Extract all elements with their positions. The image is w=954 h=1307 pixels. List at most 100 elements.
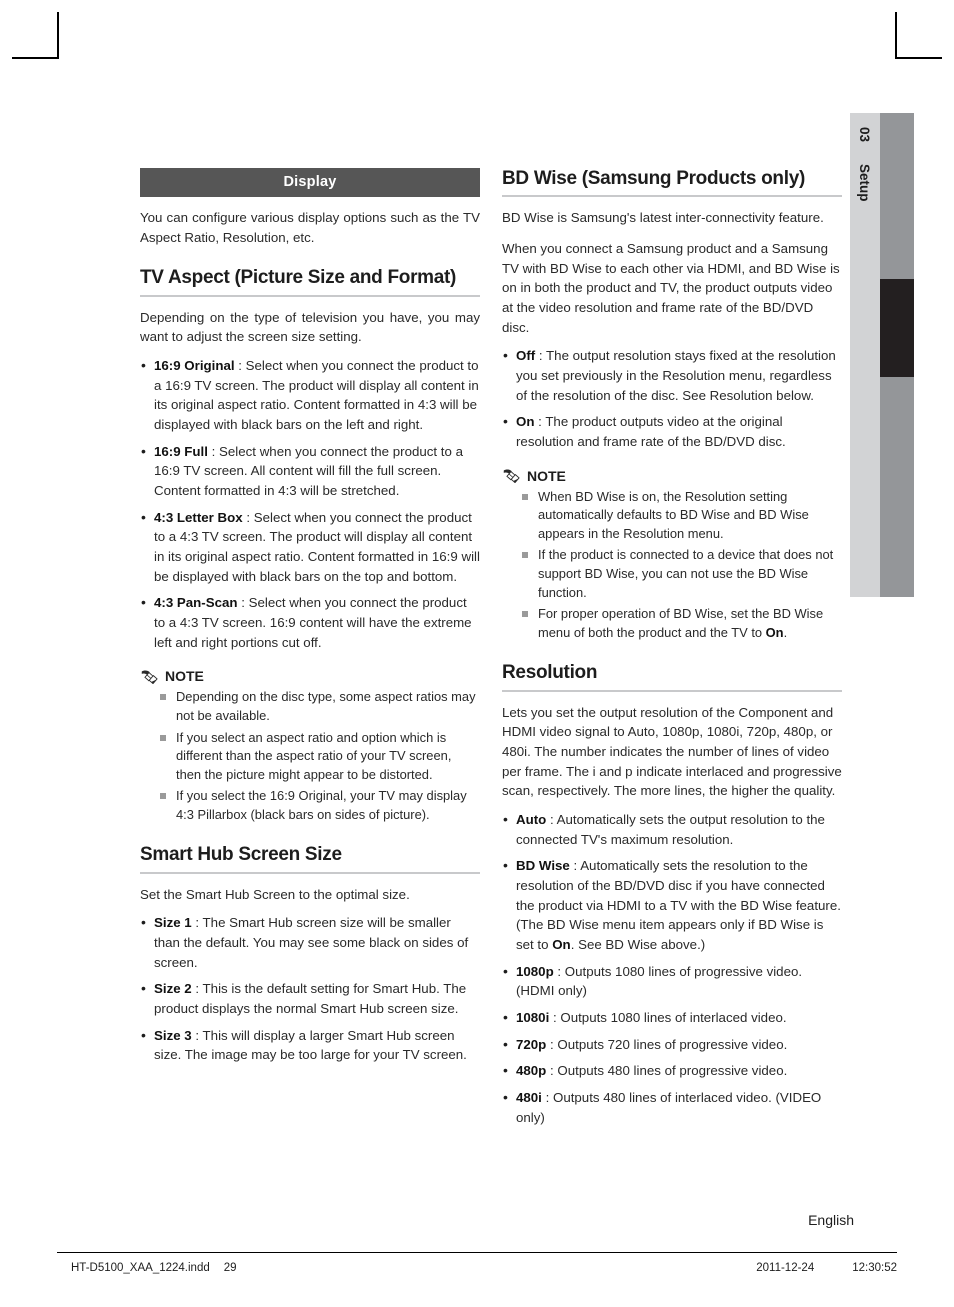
option-text: Outputs 480 lines of interlaced video. (… [516, 1089, 822, 1125]
resolution-option-list: Auto : Automatically sets the output res… [502, 809, 842, 1127]
note-block-bd-wise: NOTE When BD Wise is on, the Resolution … [502, 468, 842, 643]
list-item: Off : The output resolution stays fixed … [502, 345, 842, 405]
note-list: When BD Wise is on, the Resolution setti… [502, 488, 842, 643]
heading-tv-aspect: TV Aspect (Picture Size and Format) [140, 267, 480, 297]
heading-resolution: Resolution [502, 662, 842, 692]
footer-date: 2011-12-24 [756, 1262, 815, 1274]
heading-smart-hub-screen-size: Smart Hub Screen Size [140, 844, 480, 874]
option-separator: : [191, 981, 203, 997]
left-column: Display You can configure various displa… [140, 168, 480, 1065]
section-header-display: Display [140, 168, 480, 197]
list-item: Size 2 : This is the default setting for… [140, 978, 480, 1018]
option-term: 480i [516, 1089, 542, 1105]
language-label: English [808, 1212, 854, 1228]
crop-mark-top-left-vertical [57, 12, 59, 59]
list-item: If the product is connected to a device … [522, 546, 842, 602]
option-text: Outputs 480 lines of progressive video. [557, 1063, 788, 1079]
note-header: NOTE [502, 468, 842, 484]
option-text: Outputs 720 lines of progressive video. [557, 1036, 788, 1052]
note-text-after: . [783, 624, 788, 640]
smart-hub-option-list: Size 1 : The Smart Hub screen size will … [140, 912, 480, 1065]
crop-mark-top-right-vertical [895, 12, 897, 59]
list-item: 480i : Outputs 480 lines of interlaced v… [502, 1087, 842, 1127]
option-separator: : [541, 1089, 553, 1105]
option-separator: : [237, 595, 249, 611]
option-text: The product outputs video at the origina… [516, 414, 786, 449]
heading-bd-wise: BD Wise (Samsung Products only) [502, 168, 842, 198]
option-term: Size 3 [154, 1027, 192, 1043]
option-emphasis: On [552, 936, 571, 952]
bd-wise-paragraph-1: BD Wise is Samsung's latest inter-connec… [502, 210, 824, 226]
option-text: Outputs 1080 lines of interlaced video. [560, 1009, 787, 1025]
option-term: 4:3 Letter Box [154, 509, 243, 525]
list-item: 720p : Outputs 720 lines of progressive … [502, 1034, 842, 1055]
bd-wise-paragraph-2: When you connect a Samsung product and a… [502, 240, 840, 335]
list-item: BD Wise : Automatically sets the resolut… [502, 855, 842, 954]
resolution-intro-text: Lets you set the output resolution of th… [502, 704, 842, 799]
option-separator: : [207, 443, 220, 459]
option-separator: : [546, 1063, 558, 1079]
option-term: Auto [516, 811, 547, 827]
chapter-tab-marker [880, 279, 914, 377]
chapter-tab-label: 03 Setup [850, 113, 880, 597]
list-item: Auto : Automatically sets the output res… [502, 809, 842, 849]
list-item: 4:3 Pan-Scan : Select when you connect t… [140, 592, 480, 652]
option-separator: : [546, 1036, 558, 1052]
footer-page-number: 29 [223, 1262, 237, 1274]
option-separator: : [191, 1027, 203, 1043]
smart-hub-intro-text: Set the Smart Hub Screen to the optimal … [140, 886, 410, 902]
option-separator: : [553, 963, 565, 979]
option-separator: : [242, 509, 254, 525]
list-item: If you select the 16:9 Original, your TV… [160, 787, 480, 824]
option-term: BD Wise [516, 858, 570, 874]
option-separator: : [534, 414, 546, 430]
display-intro-text: You can configure various display option… [140, 210, 480, 245]
option-text: Automatically sets the output resolution… [516, 811, 825, 847]
list-item: 480p : Outputs 480 lines of progressive … [502, 1060, 842, 1081]
note-block-tv-aspect: NOTE Depending on the disc type, some as… [140, 668, 480, 824]
option-term: 720p [516, 1036, 547, 1052]
option-separator: : [546, 811, 557, 827]
footer-divider [57, 1252, 897, 1253]
option-term: 480p [516, 1063, 547, 1079]
list-item: When BD Wise is on, the Resolution setti… [522, 488, 842, 544]
option-separator: : [191, 915, 203, 931]
list-item: If you select an aspect ratio and option… [160, 729, 480, 785]
list-item: On : The product outputs video at the or… [502, 411, 842, 451]
option-term: 1080p [516, 963, 554, 979]
note-label: NOTE [527, 467, 566, 484]
option-text-after: . See BD Wise above.) [570, 936, 706, 952]
note-emphasis: On [765, 624, 784, 640]
tv-aspect-intro-text: Depending on the type of television you … [140, 309, 480, 345]
footer-time: 12:30:52 [852, 1262, 897, 1274]
option-term: Off [516, 348, 536, 364]
list-item: Depending on the disc type, some aspect … [160, 688, 480, 725]
option-term: 1080i [516, 1009, 550, 1025]
tv-aspect-option-list: 16:9 Original : Select when you connect … [140, 355, 480, 652]
option-separator: : [535, 348, 547, 364]
footer-file-name: HT-D5100_XAA_1224.indd [71, 1262, 210, 1274]
option-term: Size 1 [154, 915, 192, 931]
option-term: 16:9 Full [154, 443, 208, 459]
chapter-number: 03 [857, 127, 873, 143]
pencil-icon [140, 669, 159, 685]
option-term: 16:9 Original [154, 357, 235, 373]
option-separator: : [569, 858, 581, 874]
option-term: On [516, 414, 535, 430]
option-term: Size 2 [154, 981, 192, 997]
crop-mark-top-left-horizontal [12, 57, 59, 59]
list-item: Size 3 : This will display a larger Smar… [140, 1025, 480, 1065]
list-item: 16:9 Full : Select when you connect the … [140, 441, 480, 501]
list-item: 1080i : Outputs 1080 lines of interlaced… [502, 1007, 842, 1028]
note-label: NOTE [165, 668, 204, 685]
list-item: 4:3 Letter Box : Select when you connect… [140, 507, 480, 587]
right-column: BD Wise (Samsung Products only) BD Wise … [502, 168, 842, 1127]
chapter-side-tab: 03 Setup [850, 113, 914, 597]
note-header: NOTE [140, 668, 480, 684]
footer: HT-D5100_XAA_1224.indd 29 2011-12-24 12:… [57, 1262, 897, 1274]
bd-wise-option-list: Off : The output resolution stays fixed … [502, 345, 842, 451]
option-term: 4:3 Pan-Scan [154, 595, 238, 611]
option-separator: : [549, 1009, 561, 1025]
list-item: Size 1 : The Smart Hub screen size will … [140, 912, 480, 972]
note-list: Depending on the disc type, some aspect … [140, 688, 480, 824]
